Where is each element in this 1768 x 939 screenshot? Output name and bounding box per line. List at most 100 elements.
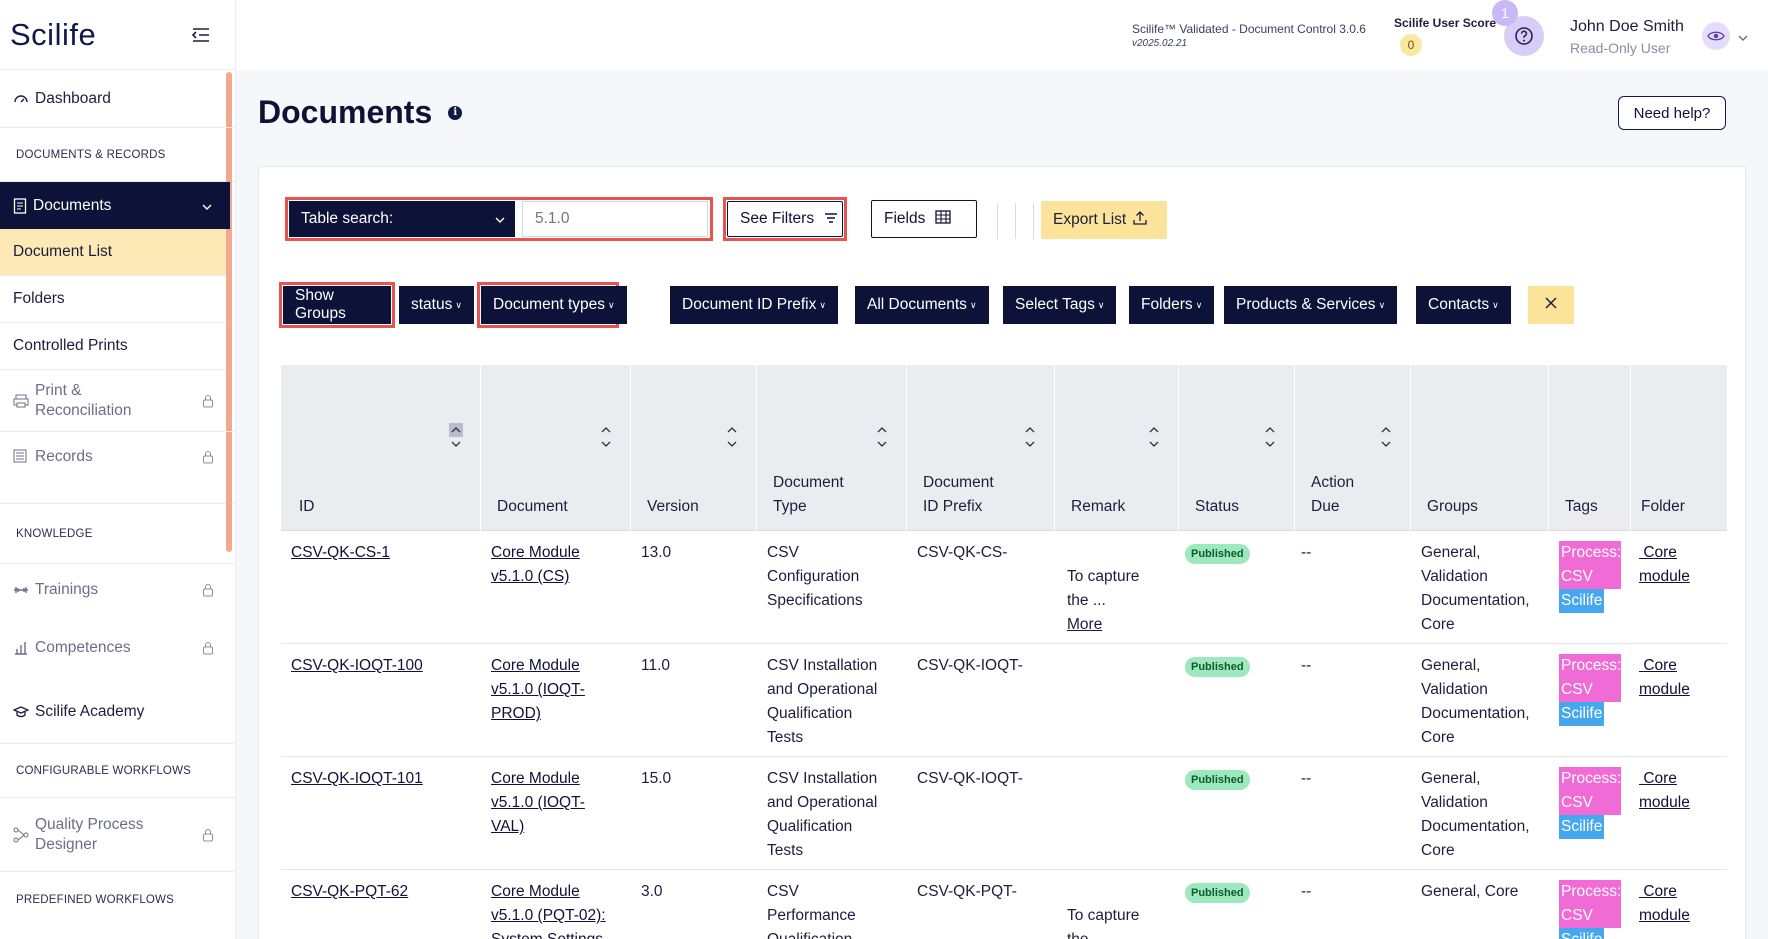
column-header-remark[interactable]: Remark xyxy=(1055,365,1179,531)
sort-icon[interactable] xyxy=(725,423,739,451)
sidebar-item-trainings[interactable]: Trainings xyxy=(0,564,236,616)
action-due-cell: -- xyxy=(1301,770,1312,787)
document-name-link[interactable]: Core Module v5.1.0 (PQT-02): System Settin… xyxy=(491,880,606,939)
column-header-version[interactable]: Version xyxy=(631,365,757,531)
chevron-down-icon[interactable] xyxy=(1738,28,1748,46)
sidebar-item-document-list[interactable]: Document List xyxy=(0,229,230,276)
status-filter[interactable]: status ∨ xyxy=(399,286,474,324)
sort-icon[interactable] xyxy=(1023,423,1037,451)
tag-process[interactable]: Process: xyxy=(1559,880,1621,904)
tag-csv[interactable]: CSV xyxy=(1559,791,1621,815)
folder-link[interactable]: Core module xyxy=(1639,541,1690,589)
document-id-link[interactable]: CSV-QK-IOQT-100 xyxy=(291,654,423,678)
type-line: Performance xyxy=(767,907,856,924)
sort-icon[interactable] xyxy=(599,423,613,451)
document-id-link[interactable]: CSV-QK-PQT-62 xyxy=(291,880,408,904)
column-header-document[interactable]: Document xyxy=(481,365,631,531)
sort-icon[interactable] xyxy=(449,423,463,451)
need-help-button[interactable]: Need help? xyxy=(1618,96,1726,130)
export-list-button[interactable]: Export List xyxy=(1041,201,1167,239)
notification-badge[interactable]: 1 xyxy=(1492,0,1518,26)
sidebar-item-controlled-prints[interactable]: Controlled Prints xyxy=(0,323,230,370)
see-filters-button[interactable]: See Filters xyxy=(727,201,843,237)
avatar-eye-icon[interactable] xyxy=(1702,22,1730,50)
sidebar-item-documents[interactable]: Documents xyxy=(0,182,230,229)
tags-cell: Process:CSVScilife xyxy=(1559,767,1621,839)
clear-filters-button[interactable] xyxy=(1528,286,1574,324)
table-row: CSV-QK-IOQT-100 Core Module v5.1.0 (IOQT-… xyxy=(281,644,1727,757)
sidebar-item-print-reconciliation[interactable]: Print & Reconciliation xyxy=(0,370,236,432)
sidebar-item-competences[interactable]: Competences xyxy=(0,616,236,680)
group-line: Documentation, xyxy=(1421,592,1530,609)
document-name-link[interactable]: Core Module v5.1.0 (IOQT- PROD) xyxy=(491,654,585,726)
info-icon[interactable]: i xyxy=(448,105,463,120)
all-documents-label: All Documents xyxy=(867,296,967,313)
user-menu[interactable]: John Doe Smith Read-Only User xyxy=(1570,18,1684,56)
sort-icon[interactable] xyxy=(1263,423,1277,451)
fields-label: Fields xyxy=(884,210,926,227)
select-tags-filter[interactable]: Select Tags ∨ xyxy=(1003,286,1117,324)
column-header-document-type[interactable]: Document Type xyxy=(757,365,907,531)
document-types-filter[interactable]: Document types ∨ xyxy=(481,286,627,324)
document-name-link[interactable]: Core Module v5.1.0 (CS) xyxy=(491,541,580,589)
sidebar-item-scilife-academy[interactable]: Scilife Academy xyxy=(0,680,236,744)
folder-line: Core xyxy=(1643,657,1677,674)
document-id-link[interactable]: CSV-QK-IOQT-101 xyxy=(291,767,423,791)
sidebar-item-records[interactable]: Records xyxy=(0,432,236,482)
tag-csv[interactable]: CSV xyxy=(1559,678,1621,702)
tag-process[interactable]: Process: xyxy=(1559,767,1621,791)
column-header-action-due[interactable]: Action Due xyxy=(1295,365,1411,531)
folder-link[interactable]: Core module xyxy=(1639,654,1690,702)
sort-icon[interactable] xyxy=(875,423,889,451)
column-header-document-id-prefix[interactable]: Document ID Prefix xyxy=(907,365,1055,531)
contacts-filter[interactable]: Contacts ∨ xyxy=(1416,286,1511,324)
document-icon xyxy=(13,197,27,214)
folder-link[interactable]: Core module xyxy=(1639,880,1690,928)
tag-process[interactable]: Process: xyxy=(1559,541,1621,565)
sort-icon[interactable] xyxy=(1147,423,1161,451)
groups-cell: General, Validation Documentation, Core xyxy=(1421,767,1530,863)
sort-icon[interactable] xyxy=(1379,423,1393,451)
remark-more-link[interactable]: More xyxy=(1067,616,1102,633)
type-line: CSV xyxy=(767,544,799,561)
tag-scilife[interactable]: Scilife xyxy=(1559,928,1605,939)
sidebar-item-folders[interactable]: Folders xyxy=(0,276,230,323)
document-id-prefix-filter[interactable]: Document ID Prefix ∨ xyxy=(670,286,838,324)
doc-line: v5.1.0 (IOQT- xyxy=(491,681,585,698)
sidebar-item-label: Reconciliation xyxy=(35,401,132,419)
tag-csv[interactable]: CSV xyxy=(1559,565,1621,589)
tag-process[interactable]: Process: xyxy=(1559,654,1621,678)
app-logo[interactable]: Scilife xyxy=(10,17,96,53)
show-groups-button[interactable]: Show Groups xyxy=(283,286,391,324)
version-cell: 11.0 xyxy=(641,657,671,674)
status-badge: Published xyxy=(1185,544,1250,564)
sidebar-item-dashboard[interactable]: Dashboard xyxy=(0,70,236,128)
id-prefix-cell: CSV-QK-PQT- xyxy=(917,883,1017,900)
tag-scilife[interactable]: Scilife xyxy=(1559,589,1605,613)
tag-scilife[interactable]: Scilife xyxy=(1559,702,1605,726)
products-services-filter[interactable]: Products & Services ∨ xyxy=(1224,286,1398,324)
table-search-input[interactable] xyxy=(522,201,708,237)
column-label: Tags xyxy=(1565,498,1598,515)
tag-csv[interactable]: CSV xyxy=(1559,904,1621,928)
fields-button[interactable]: Fields xyxy=(871,200,977,238)
lock-icon xyxy=(202,394,214,408)
column-label-line: Document xyxy=(773,474,844,491)
folders-filter[interactable]: Folders ∨ xyxy=(1129,286,1215,324)
logo-row: Scilife xyxy=(0,0,235,70)
document-id-link[interactable]: CSV-QK-CS-1 xyxy=(291,541,390,565)
column-header-id[interactable]: ID xyxy=(281,365,481,531)
table-search-field-select[interactable]: Table search: xyxy=(289,201,515,237)
document-name-link[interactable]: Core Module v5.1.0 (IOQT- VAL) xyxy=(491,767,585,839)
sidebar-item-quality-process-designer[interactable]: Quality Process Designer xyxy=(0,798,236,872)
column-header-status[interactable]: Status xyxy=(1179,365,1295,531)
competences-icon xyxy=(13,640,29,656)
doc-line: v5.1.0 (CS) xyxy=(491,568,570,585)
sidebar-item-label: Scilife Academy xyxy=(35,702,145,720)
all-documents-filter[interactable]: All Documents ∨ xyxy=(855,286,989,324)
tag-scilife[interactable]: Scilife xyxy=(1559,815,1605,839)
menu-collapse-icon[interactable] xyxy=(189,23,213,47)
remark-cell: To capture the xyxy=(1067,904,1139,939)
type-line: Tests xyxy=(767,729,804,746)
folder-link[interactable]: Core module xyxy=(1639,767,1690,815)
